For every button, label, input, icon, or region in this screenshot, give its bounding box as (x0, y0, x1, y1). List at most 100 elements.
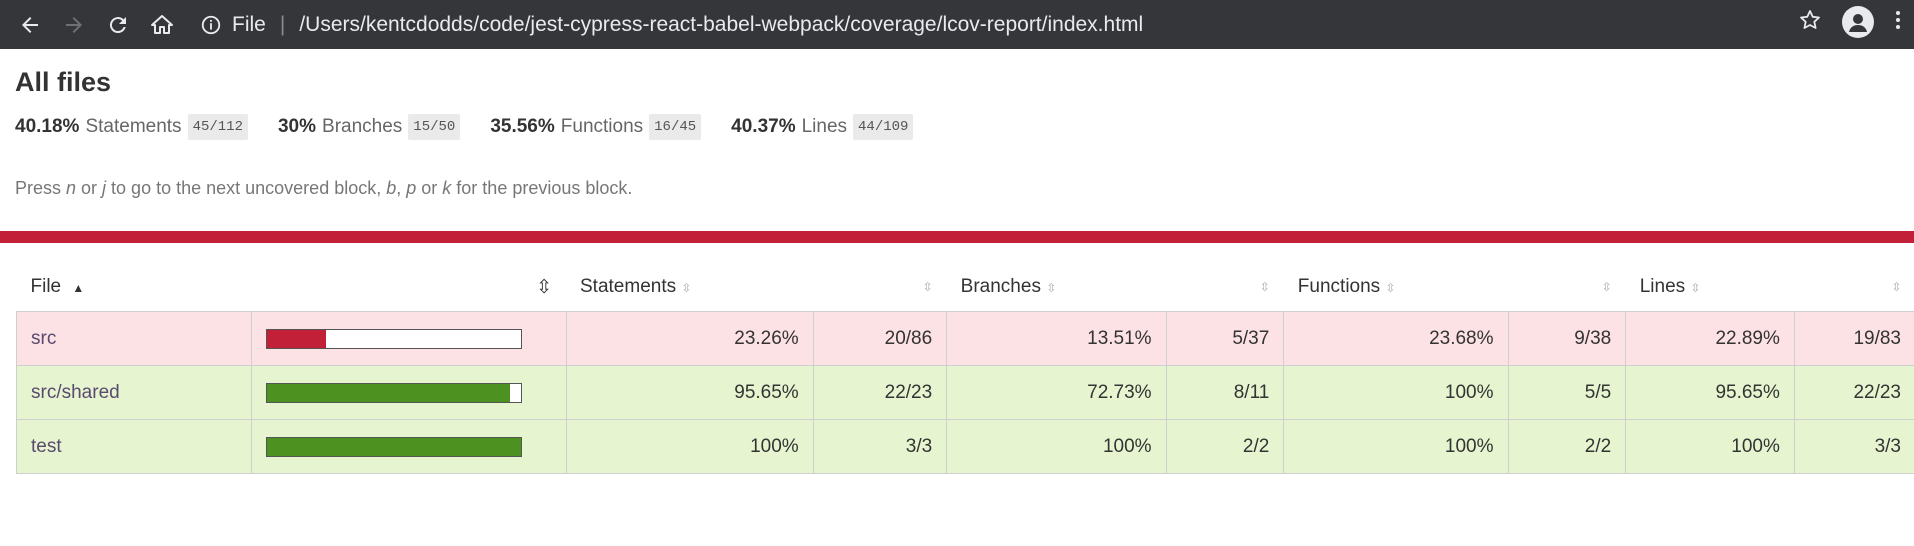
lines-fraction: 19/83 (1793, 311, 1914, 366)
coverage-status-bar (0, 231, 1914, 243)
summary-fraction: 44/109 (853, 114, 914, 140)
col-branches-label: Branches (960, 276, 1041, 297)
coverage-chart-cell (250, 311, 567, 366)
branches-fraction: 5/37 (1165, 311, 1285, 366)
summary-label: Lines (801, 116, 848, 137)
address-bar[interactable]: File | /Users/kentcdodds/code/jest-cypre… (200, 7, 1143, 43)
branches-pct: 72.73% (946, 365, 1167, 420)
lines-pct: 22.89% (1625, 311, 1795, 366)
lines-fraction: 3/3 (1793, 419, 1914, 474)
hint-key: n (66, 178, 77, 198)
col-file[interactable]: File ▲ (17, 263, 252, 312)
summary-lines: 40.37% Lines 44/109 (731, 114, 914, 140)
summary-functions: 35.56% Functions 16/45 (490, 114, 702, 140)
col-statements[interactable]: Statements ⇳ ⇳ (566, 263, 947, 312)
branches-pct: 13.51% (946, 311, 1167, 366)
summary-label: Statements (85, 116, 182, 137)
coverage-table: File ▲ ⇳ Statements ⇳ ⇳ Branches ⇳ ⇳ Funct… (16, 263, 1914, 474)
functions-fraction: 5/5 (1507, 365, 1627, 420)
functions-pct: 23.68% (1283, 311, 1509, 366)
summary-label: Functions (560, 116, 644, 137)
col-chart-sort[interactable]: ⇳ (251, 263, 566, 312)
sort-icon: ⇳ (1046, 281, 1057, 295)
browser-menu-button[interactable] (1894, 8, 1902, 37)
bookmark-button[interactable] (1798, 8, 1822, 37)
statements-fraction: 22/23 (812, 365, 948, 420)
statements-pct: 23.26% (565, 311, 814, 366)
file-link[interactable]: test (31, 436, 62, 457)
summary-pct: 35.56% (490, 116, 555, 137)
coverage-bar (265, 328, 522, 349)
statements-fraction: 3/3 (812, 419, 948, 474)
info-icon[interactable] (200, 14, 222, 36)
col-branches[interactable]: Branches ⇳ ⇳ (947, 263, 1284, 312)
summary-pct: 40.18% (15, 116, 80, 137)
hint-text: , (396, 178, 407, 198)
branches-fraction: 2/2 (1165, 419, 1285, 474)
file-cell[interactable]: src/shared (16, 365, 252, 420)
coverage-bar-fill (266, 383, 510, 402)
file-cell[interactable]: test (16, 419, 252, 474)
col-lines-label: Lines (1639, 276, 1686, 297)
page-title: All files (15, 67, 112, 97)
coverage-bar-fill (266, 437, 521, 456)
statements-pct: 95.65% (565, 365, 814, 420)
table-row: src/shared 95.65% 22/23 72.73% 8/11 100%… (16, 365, 1914, 420)
lines-pct: 100% (1625, 419, 1795, 474)
summary-fraction: 45/112 (187, 114, 248, 140)
coverage-bar (265, 436, 522, 457)
summary-branches: 30% Branches 15/50 (278, 114, 461, 140)
coverage-bar (265, 382, 522, 403)
col-lines[interactable]: Lines ⇳ ⇳ (1626, 263, 1914, 312)
table-row: src 23.26% 20/86 13.51% 5/37 23.68% 9/38… (16, 311, 1914, 366)
browser-toolbar: File | /Users/kentcdodds/code/jest-cypre… (0, 0, 1914, 49)
hint-key: p (406, 178, 417, 198)
coverage-chart-cell (250, 365, 567, 420)
sort-icon: ⇳ (1385, 281, 1396, 295)
coverage-summary: 40.18% Statements 45/112 30% Branches 15… (15, 114, 1899, 140)
home-icon (151, 14, 173, 34)
col-file-label: File (30, 276, 62, 297)
reload-icon (109, 16, 126, 33)
sort-icon: ⇳ (922, 280, 933, 294)
functions-pct: 100% (1283, 419, 1509, 474)
col-functions[interactable]: Functions ⇳ ⇳ (1284, 263, 1626, 312)
sort-icon: ⇳ (1601, 280, 1612, 294)
hint-text: or (76, 178, 103, 198)
url-scheme: File (232, 12, 266, 36)
sort-icon: ⇳ (1259, 280, 1270, 294)
forward-button[interactable] (56, 7, 92, 43)
table-header-row: File ▲ ⇳ Statements ⇳ ⇳ Branches ⇳ ⇳ Funct… (17, 263, 1914, 312)
col-functions-label: Functions (1297, 276, 1381, 297)
back-button[interactable] (12, 7, 48, 43)
statements-pct: 100% (565, 419, 814, 474)
summary-label: Branches (322, 116, 403, 137)
coverage-chart-cell (250, 419, 567, 474)
address-separator: | (279, 12, 286, 36)
url-text[interactable]: /Users/kentcdodds/code/jest-cypress-reac… (299, 13, 1143, 37)
file-link[interactable]: src (31, 328, 56, 349)
coverage-bar-fill (266, 329, 326, 348)
star-icon (1800, 9, 1820, 29)
summary-pct: 40.37% (731, 116, 796, 137)
home-button[interactable] (144, 7, 180, 43)
lines-fraction: 22/23 (1793, 365, 1914, 420)
sort-icon: ⇳ (536, 276, 552, 298)
file-cell[interactable]: src (16, 311, 252, 366)
keyboard-hint: Press n or j to go to the next uncovered… (15, 178, 1899, 199)
file-link[interactable]: src/shared (31, 382, 120, 403)
statements-fraction: 20/86 (812, 311, 948, 366)
reload-button[interactable] (100, 7, 136, 43)
summary-fraction: 16/45 (649, 114, 702, 140)
forward-icon (66, 16, 82, 33)
branches-fraction: 8/11 (1165, 365, 1285, 420)
hint-text: to go to the next uncovered block, (106, 178, 387, 198)
summary-fraction: 15/50 (408, 114, 461, 140)
col-statements-label: Statements (580, 276, 677, 297)
hint-text: for the previous block. (451, 178, 633, 198)
branches-pct: 100% (946, 419, 1167, 474)
hint-key: k (442, 178, 452, 198)
hint-text: or (416, 178, 443, 198)
sort-icon: ⇳ (1891, 280, 1902, 294)
profile-avatar[interactable] (1842, 6, 1874, 38)
